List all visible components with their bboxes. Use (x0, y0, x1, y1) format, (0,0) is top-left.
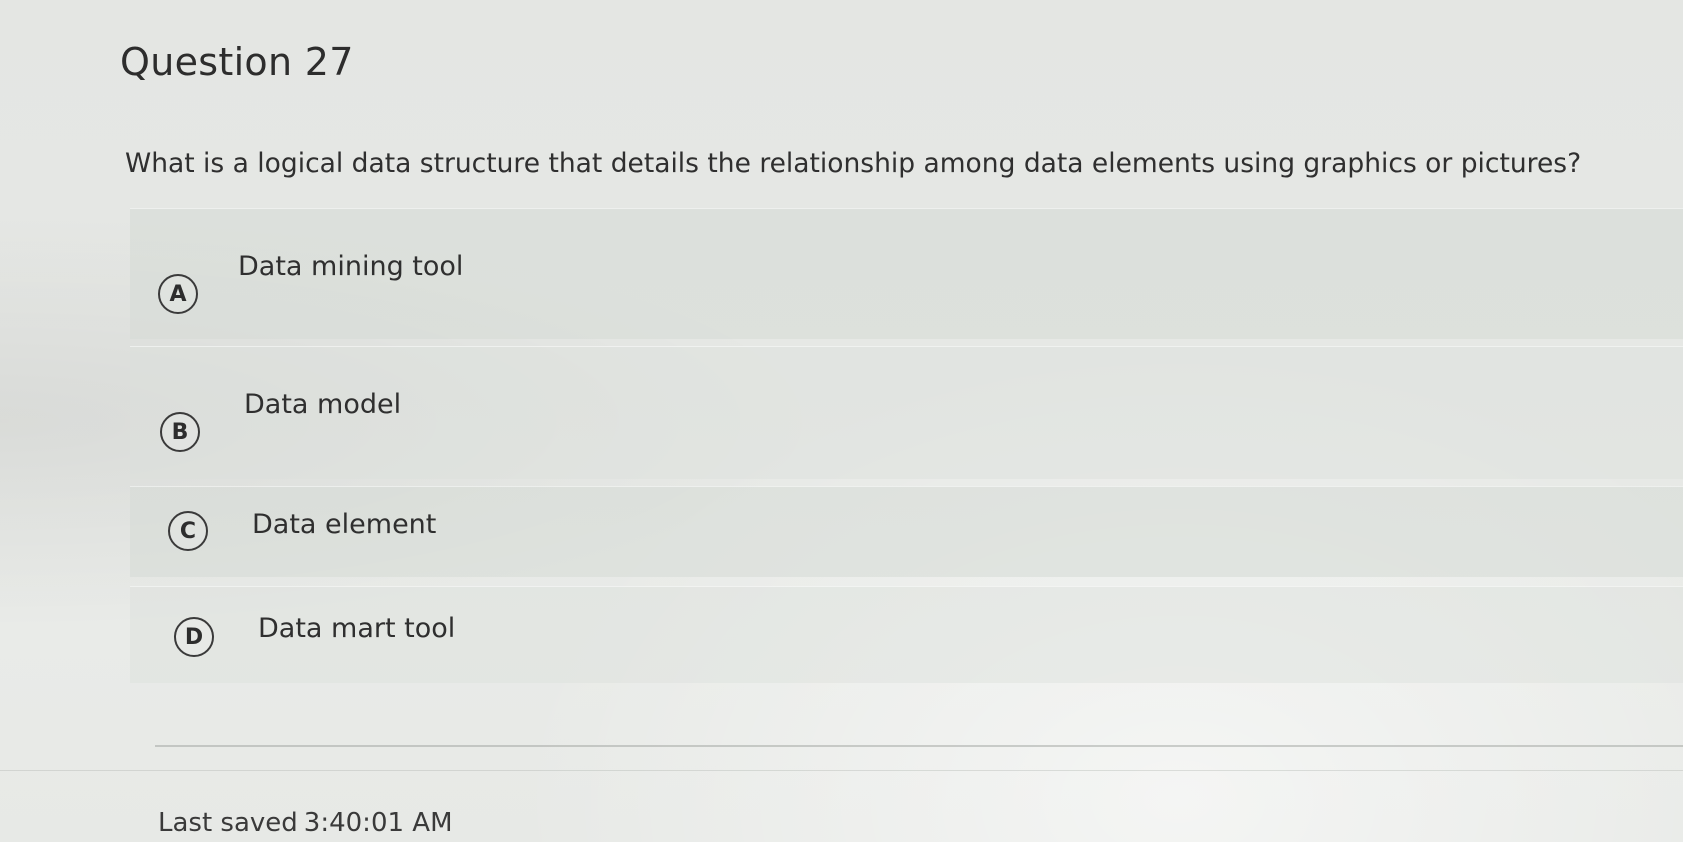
option-c-label: Data element (252, 509, 437, 540)
option-a[interactable]: A Data mining tool (130, 208, 1683, 339)
last-saved-status: Last saved 3:40:01 AM (158, 808, 453, 838)
option-c[interactable]: C Data element (130, 486, 1683, 577)
option-d-letter-circle[interactable]: D (174, 617, 214, 657)
option-b-label: Data model (244, 389, 402, 420)
option-c-letter-circle[interactable]: C (168, 511, 208, 551)
option-b-letter-circle[interactable]: B (160, 412, 200, 452)
option-d-label: Data mart tool (258, 613, 456, 644)
last-saved-time: 3:40:01 AM (303, 808, 453, 838)
footer-divider (0, 770, 1683, 771)
last-saved-label: Last saved (158, 808, 298, 838)
section-divider (155, 745, 1683, 747)
option-a-label: Data mining tool (238, 251, 464, 282)
question-text: What is a logical data structure that de… (125, 148, 1582, 179)
option-a-letter-circle[interactable]: A (158, 274, 198, 314)
option-d[interactable]: D Data mart tool (130, 586, 1683, 683)
question-title: Question 27 (120, 40, 354, 84)
option-b[interactable]: B Data model (130, 346, 1683, 479)
